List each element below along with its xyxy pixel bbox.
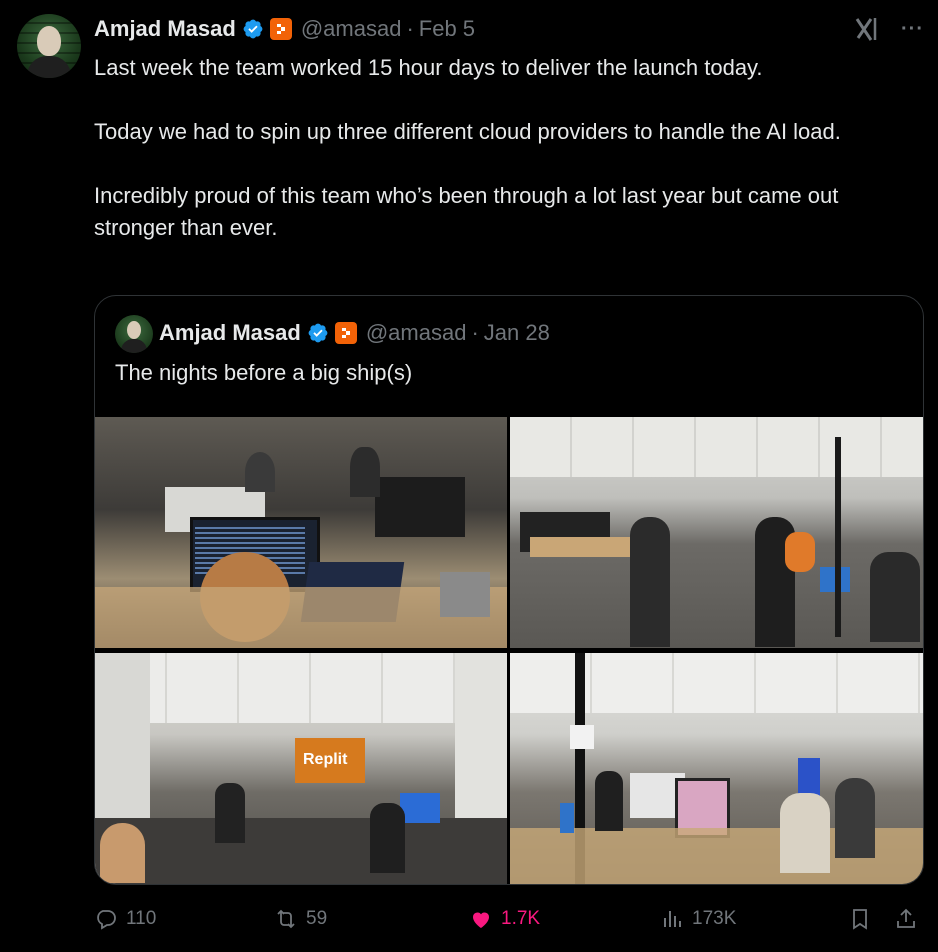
- reply-button[interactable]: 110: [94, 900, 156, 938]
- retweet-button[interactable]: 59: [274, 900, 327, 938]
- separator-dot: ·: [406, 16, 414, 41]
- tweet-paragraph: Last week the team worked 15 hour days t…: [94, 55, 763, 80]
- quoted-author-name[interactable]: Amjad Masad: [159, 320, 301, 346]
- quoted-tweet[interactable]: Amjad Masad @amasad · Jan 28 The nights …: [94, 295, 924, 885]
- bookmark-button[interactable]: [848, 900, 872, 938]
- more-icon[interactable]: ···: [901, 18, 924, 41]
- separator-dot: ·: [471, 320, 479, 345]
- bookmark-icon: [853, 909, 867, 930]
- reply-count: 110: [126, 908, 157, 929]
- tweet-header: Amjad Masad @amasad · Feb 5: [94, 14, 475, 44]
- retweet-icon: [277, 909, 295, 929]
- reply-icon: [97, 910, 116, 930]
- photo-office-team[interactable]: [510, 417, 923, 648]
- quoted-header: Amjad Masad @amasad · Jan 28: [159, 318, 550, 348]
- tweet-paragraph: Today we had to spin up three different …: [94, 119, 841, 144]
- author-name[interactable]: Amjad Masad: [94, 16, 236, 42]
- photo-office-desks-2[interactable]: [510, 653, 923, 884]
- photo-office-wide[interactable]: Replit: [95, 653, 507, 884]
- like-icon: [473, 912, 489, 928]
- author-avatar[interactable]: [17, 14, 81, 78]
- photo-sign-text: Replit: [303, 751, 348, 768]
- share-icon: [897, 908, 915, 928]
- tweet-paragraph: Incredibly proud of this team who’s been…: [94, 183, 839, 240]
- verified-icon: [308, 323, 328, 343]
- share-button[interactable]: [894, 900, 918, 938]
- like-count: 1.7K: [501, 908, 541, 929]
- photo-office-desks[interactable]: [95, 417, 507, 648]
- views-button[interactable]: 173K: [660, 900, 736, 938]
- quoted-text: The nights before a big ship(s): [115, 360, 413, 385]
- tweet-text: Last week the team worked 15 hour days t…: [94, 52, 914, 276]
- quoted-author-avatar[interactable]: [115, 315, 153, 353]
- views-icon: [664, 911, 681, 927]
- views-count: 173K: [692, 908, 737, 929]
- retweet-count: 59: [306, 908, 328, 929]
- like-button[interactable]: 1.7K: [469, 900, 540, 938]
- verified-icon: [243, 19, 263, 39]
- quoted-date[interactable]: Jan 28: [484, 320, 550, 346]
- action-bar: 110 59 1.7K 173K: [94, 900, 924, 938]
- author-handle[interactable]: @amasad: [301, 16, 402, 42]
- tweet-date[interactable]: Feb 5: [419, 16, 475, 42]
- grok-icon[interactable]: [851, 14, 881, 44]
- photo-grid: Replit: [95, 417, 923, 884]
- replit-badge-icon[interactable]: [334, 322, 357, 344]
- replit-badge-icon[interactable]: [269, 18, 292, 40]
- quoted-author-handle[interactable]: @amasad: [366, 320, 467, 346]
